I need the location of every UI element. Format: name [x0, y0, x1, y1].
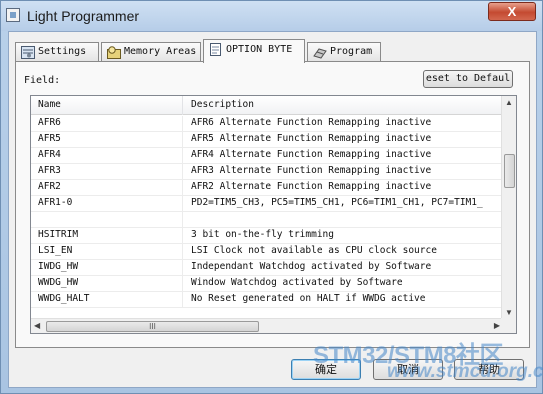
tab-program-label: Program — [330, 46, 373, 57]
scroll-grip: III — [149, 322, 156, 331]
tab-settings-label: Settings — [38, 46, 87, 57]
row-name: WWDG_HALT — [38, 293, 90, 304]
scroll-right-arrow-icon[interactable]: ▶ — [494, 321, 500, 330]
cancel-button[interactable]: 取消 — [373, 359, 443, 380]
table-row[interactable]: WWDG_HW Window Watchdog activated by Soft… — [31, 276, 503, 292]
row-name: AFR2 — [38, 181, 61, 192]
horizontal-scrollbar[interactable]: ◀ III ▶ — [31, 318, 503, 333]
title-bar[interactable]: Light Programmer X — [1, 1, 542, 31]
row-name: AFR1-0 — [38, 197, 73, 208]
column-divider — [182, 148, 183, 164]
tab-memory-areas-label: Memory Areas — [124, 46, 197, 57]
dialog-client-area: Settings Memory Areas OPTION BYTE Progra… — [8, 31, 537, 388]
column-divider — [182, 260, 183, 276]
row-name: IWDG_HW — [38, 261, 79, 272]
vertical-scrollbar[interactable]: ▲ ▼ — [501, 96, 516, 319]
scroll-down-arrow-icon[interactable]: ▼ — [505, 308, 513, 317]
row-description: 3 bit on-the-fly trimming — [191, 229, 334, 240]
row-name: HSITRIM — [38, 229, 79, 240]
vertical-scroll-thumb[interactable] — [504, 154, 515, 188]
row-description: AFR6 Alternate Function Remapping inacti… — [191, 117, 432, 128]
row-description: Independant Watchdog activated by Softwa… — [191, 261, 432, 272]
table-row[interactable]: AFR5 AFR5 Alternate Function Remapping in… — [31, 132, 503, 148]
row-description: AFR3 Alternate Function Remapping inacti… — [191, 165, 432, 176]
table-header: Name Description — [31, 96, 503, 115]
column-divider[interactable] — [182, 96, 183, 115]
field-label: Field: — [24, 75, 61, 86]
help-button[interactable]: 帮助 — [454, 359, 524, 380]
row-description: AFR4 Alternate Function Remapping inacti… — [191, 149, 432, 160]
settings-icon — [21, 46, 35, 59]
column-header-name[interactable]: Name — [38, 99, 61, 110]
row-description: AFR2 Alternate Function Remapping inacti… — [191, 181, 432, 192]
column-divider — [182, 132, 183, 148]
column-divider — [182, 292, 183, 308]
table-row[interactable]: WWDG_HALT No Reset generated on HALT if W… — [31, 292, 503, 308]
row-name: AFR5 — [38, 133, 61, 144]
row-name: AFR6 — [38, 117, 61, 128]
table-row[interactable]: AFR4 AFR4 Alternate Function Remapping in… — [31, 148, 503, 164]
row-name: WWDG_HW — [38, 277, 79, 288]
row-description: Window Watchdog activated by Software — [191, 277, 403, 288]
table-row[interactable]: IWDG_HW Independant Watchdog activated by… — [31, 260, 503, 276]
tab-program[interactable]: Program — [307, 42, 381, 62]
tab-settings[interactable]: Settings — [15, 42, 99, 62]
column-divider — [182, 212, 183, 228]
column-divider — [182, 116, 183, 132]
column-divider — [182, 164, 183, 180]
table-row[interactable]: AFR3 AFR3 Alternate Function Remapping in… — [31, 164, 503, 180]
window-title: Light Programmer — [27, 8, 140, 24]
row-description: No Reset generated on HALT if WWDG activ… — [191, 293, 426, 304]
row-name: LSI_EN — [38, 245, 73, 256]
horizontal-scroll-thumb[interactable]: III — [46, 321, 259, 332]
row-name: AFR3 — [38, 165, 61, 176]
table-row[interactable]: HSITRIM 3 bit on-the-fly trimming — [31, 228, 503, 244]
table-row[interactable]: AFR6 AFR6 Alternate Function Remapping in… — [31, 116, 503, 132]
main-window: Light Programmer X Settings Memory Areas — [0, 0, 543, 394]
table-row[interactable] — [31, 212, 503, 228]
column-divider — [182, 196, 183, 212]
row-description: PD2=TIM5_CH3, PC5=TIM5_CH1, PC6=TIM1_CH1… — [191, 197, 483, 208]
column-divider — [182, 244, 183, 260]
ok-button[interactable]: 确定 — [291, 359, 361, 380]
scroll-left-arrow-icon[interactable]: ◀ — [34, 321, 40, 330]
scroll-corner — [501, 318, 516, 333]
scroll-up-arrow-icon[interactable]: ▲ — [505, 98, 513, 107]
column-divider — [182, 228, 183, 244]
reset-to-default-button[interactable]: eset to Defaul — [423, 70, 513, 88]
table-row[interactable]: LSI_EN LSI Clock not available as CPU clo… — [31, 244, 503, 260]
row-description: AFR5 Alternate Function Remapping inacti… — [191, 133, 432, 144]
table-row[interactable]: AFR2 AFR2 Alternate Function Remapping in… — [31, 180, 503, 196]
tab-option-byte[interactable]: OPTION BYTE — [203, 39, 305, 63]
option-byte-table: Name Description AFR6 AFR6 Alternate Func… — [30, 95, 517, 334]
app-icon — [6, 8, 20, 22]
row-description: LSI Clock not available as CPU clock sou… — [191, 245, 437, 256]
program-icon — [313, 48, 327, 59]
tab-memory-areas[interactable]: Memory Areas — [101, 42, 201, 62]
option-byte-icon — [210, 43, 221, 56]
row-name: AFR4 — [38, 149, 61, 160]
column-divider — [182, 180, 183, 196]
tab-option-byte-label: OPTION BYTE — [226, 44, 293, 55]
close-button[interactable]: X — [488, 2, 536, 21]
column-header-description[interactable]: Description — [191, 99, 254, 110]
option-byte-panel: Field: eset to Defaul Name Description A… — [15, 61, 530, 348]
memory-areas-icon — [107, 46, 121, 59]
table-row[interactable]: AFR1-0 PD2=TIM5_CH3, PC5=TIM5_CH1, PC6=TI… — [31, 196, 503, 212]
column-divider — [182, 276, 183, 292]
